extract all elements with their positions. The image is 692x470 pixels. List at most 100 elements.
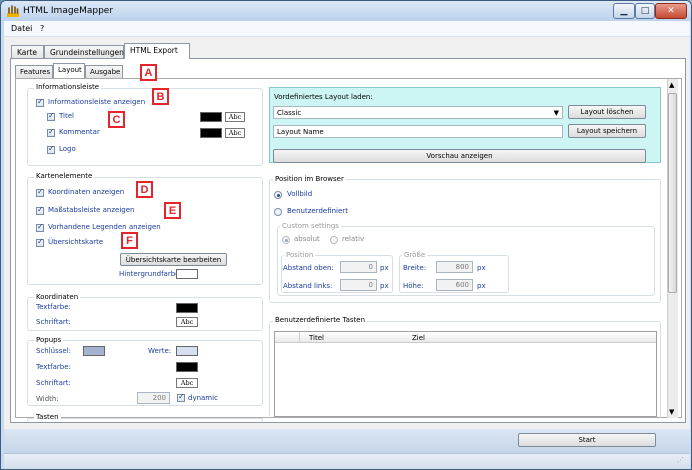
close-button[interactable]: ✕ <box>655 3 687 19</box>
dropdown-arrow-icon: ▼ <box>553 108 559 117</box>
koordinaten-textfarbe-swatch[interactable] <box>176 303 198 313</box>
subtab-features[interactable]: Features <box>15 65 53 78</box>
label-absolut: absolut <box>294 235 320 243</box>
checkbox-logo[interactable] <box>47 144 55 154</box>
unit-px-oben: px <box>380 264 389 272</box>
checkbox-informationsleiste[interactable] <box>36 97 44 107</box>
label-massstabsleiste-anzeigen: Maßstabsleiste anzeigen <box>48 206 135 214</box>
scroll-down-icon[interactable]: ▼ <box>669 408 674 416</box>
abstand-oben-input[interactable]: 0 <box>340 261 377 273</box>
layout-select[interactable]: Classic ▼ <box>273 106 563 119</box>
resize-grip-icon[interactable]: ⋰ <box>677 456 684 464</box>
unit-px-links: px <box>380 282 389 290</box>
label-vordefiniertes-layout: Vordefiniertes Layout laden: <box>274 93 373 101</box>
menu-help[interactable]: ? <box>40 24 44 33</box>
layout-name-input[interactable]: Layout Name <box>273 125 563 138</box>
label-hintergrundfarbe: Hintergrundfarbe: <box>119 270 182 278</box>
menu-bar: Datei ? <box>4 21 690 37</box>
group-tasten <box>27 418 263 422</box>
width-input[interactable]: 200 <box>137 392 170 404</box>
tab-html-export[interactable]: HTML Export <box>124 43 190 59</box>
hoehe-input[interactable]: 600 <box>436 279 473 291</box>
annotation-marker-c: C <box>108 111 125 128</box>
koordinaten-font-button[interactable]: Abc <box>176 317 198 327</box>
app-window: HTML ImageMapper ▁ □ ✕ Datei ? Karte Gru… <box>0 0 692 470</box>
app-hand-icon <box>7 5 19 17</box>
annotation-marker-d: D <box>136 181 153 198</box>
group-title-informationsleiste: Informationsleiste <box>34 83 102 91</box>
title-bar[interactable]: HTML ImageMapper ▁ □ ✕ <box>1 1 691 21</box>
label-koordinaten-schriftart: Schriftart: <box>36 318 71 326</box>
column-header-ziel[interactable]: Ziel <box>412 334 425 342</box>
label-hoehe: Höhe: <box>403 282 424 290</box>
subtab-ausgabe[interactable]: Ausgabe <box>85 65 123 78</box>
group-title-kartenelemente: Kartenelemente <box>34 172 95 180</box>
column-header-titel[interactable]: Titel <box>309 334 324 342</box>
checkbox-koordinaten[interactable] <box>36 187 44 197</box>
group-title-groesse: Größe <box>402 251 428 259</box>
layout-speichern-button[interactable]: Layout speichern <box>568 124 646 138</box>
menu-datei[interactable]: Datei <box>11 24 32 33</box>
annotation-marker-e: E <box>164 202 181 219</box>
subtab-layout[interactable]: Layout <box>53 63 85 78</box>
checkbox-uebersichtskarte[interactable] <box>36 237 44 247</box>
uebersichtskarte-bearbeiten-button[interactable]: Übersichtskarte bearbeiten <box>120 253 227 266</box>
label-koordinaten-textfarbe: Textfarbe: <box>36 303 71 311</box>
label-schluessel: Schlüssel: <box>36 347 72 355</box>
radio-relativ[interactable] <box>330 236 338 244</box>
label-abstand-oben: Abstand oben: <box>283 264 334 272</box>
scroll-up-icon[interactable]: ▲ <box>669 81 674 89</box>
label-koordinaten-anzeigen: Koordinaten anzeigen <box>48 188 125 196</box>
breite-input[interactable]: 800 <box>436 261 473 273</box>
titel-color-swatch[interactable] <box>200 112 222 122</box>
start-button[interactable]: Start <box>518 433 656 447</box>
group-title-pos: Position <box>284 251 316 259</box>
tab-grundeinstellungen[interactable]: Grundeinstellungen <box>44 45 124 59</box>
minimize-icon: ▁ <box>620 6 628 16</box>
minimize-button[interactable]: ▁ <box>613 3 635 19</box>
label-vollbild: Vollbild <box>287 190 313 198</box>
titel-font-button[interactable]: Abc <box>225 112 245 122</box>
label-informationsleiste-anzeigen: Informationsleiste anzeigen <box>48 98 146 106</box>
group-title-position: Position im Browser <box>273 175 346 183</box>
label-vorhandene-legenden: Vorhandene Legenden anzeigen <box>48 223 161 231</box>
scrollbar-thumb[interactable] <box>668 93 677 293</box>
maximize-icon: □ <box>640 6 650 16</box>
schluessel-color-swatch[interactable] <box>83 346 105 356</box>
tab-karte[interactable]: Karte <box>11 45 44 59</box>
unit-px-hoehe: px <box>477 282 486 290</box>
kommentar-color-swatch[interactable] <box>200 128 222 138</box>
label-width: Width: <box>36 395 59 403</box>
label-popups-textfarbe: Textfarbe: <box>36 363 71 371</box>
werte-color-swatch[interactable] <box>176 346 198 356</box>
table-header <box>275 332 656 343</box>
layout-loeschen-button[interactable]: Layout löschen <box>568 105 646 119</box>
popups-textfarbe-swatch[interactable] <box>176 362 198 372</box>
hintergrundfarbe-swatch[interactable] <box>176 269 198 279</box>
checkbox-kommentar[interactable] <box>47 127 55 137</box>
radio-vollbild[interactable] <box>274 191 282 199</box>
vorschau-anzeigen-button[interactable]: Vorschau anzeigen <box>273 149 646 163</box>
checkbox-massstabsleiste[interactable] <box>36 205 44 215</box>
popups-font-button[interactable]: Abc <box>176 378 198 388</box>
checkbox-legenden[interactable] <box>36 222 44 232</box>
checkbox-titel[interactable] <box>47 111 55 121</box>
radio-benutzerdefiniert[interactable] <box>274 208 282 216</box>
kommentar-font-button[interactable]: Abc <box>225 128 245 138</box>
table-col-divider <box>299 332 300 343</box>
checkbox-dynamic[interactable] <box>177 392 185 402</box>
annotation-marker-f: F <box>121 232 138 249</box>
radio-absolut[interactable] <box>282 236 290 244</box>
label-logo: Logo <box>59 145 76 153</box>
unit-px-breite: px <box>477 264 486 272</box>
close-icon: ✕ <box>667 6 675 16</box>
abstand-links-input[interactable]: 0 <box>340 279 377 291</box>
label-kommentar: Kommentar <box>59 128 100 136</box>
window-title: HTML ImageMapper <box>23 6 114 16</box>
tasten-table[interactable] <box>274 331 657 417</box>
annotation-marker-a: A <box>140 64 157 81</box>
label-benutzerdefiniert: Benutzerdefiniert <box>287 207 348 215</box>
maximize-button[interactable]: □ <box>635 3 655 19</box>
group-title-popups: Popups <box>34 336 64 344</box>
label-relativ: relativ <box>342 235 365 243</box>
